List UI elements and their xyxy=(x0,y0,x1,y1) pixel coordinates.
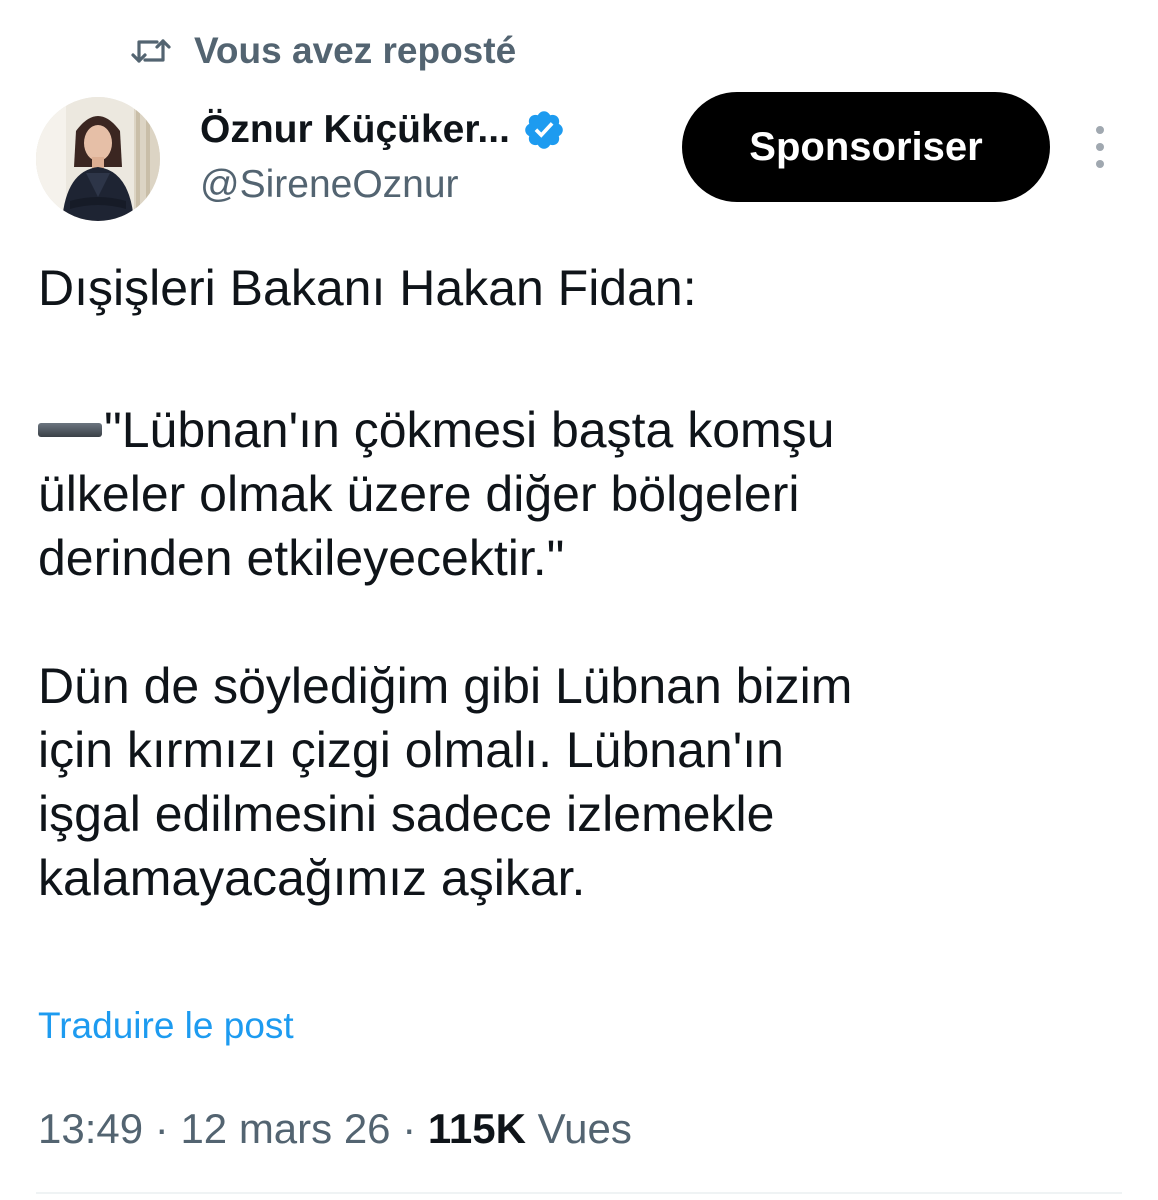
post-intro: Dışişleri Bakanı Hakan Fidan: xyxy=(38,260,697,316)
post-comment-line-1: Dün de söylediğim gibi Lübnan bizim xyxy=(38,658,853,714)
post-metadata: 13:49 · 12 mars 26 · 115K Vues xyxy=(38,1105,632,1153)
avatar[interactable] xyxy=(36,97,160,221)
views-label: Vues xyxy=(537,1105,632,1152)
repost-label: Vous avez reposté xyxy=(194,30,517,71)
post-quote-line-3: derinden etkileyecektir." xyxy=(38,530,565,586)
author-display-name[interactable]: Öznur Küçüker... xyxy=(200,108,510,152)
post-comment-line-3: işgal edilmesini sadece izlemekle xyxy=(38,786,775,842)
post-comment-line-2: için kırmızı çizgi olmalı. Lübnan'ın xyxy=(38,722,784,778)
post-date[interactable]: 12 mars 26 xyxy=(180,1105,390,1152)
quote-line-text: "Lübnan'ın çökmesi başta komşu xyxy=(104,402,835,458)
more-vertical-icon[interactable] xyxy=(1088,124,1112,170)
meta-separator: · xyxy=(143,1105,181,1152)
meta-separator: · xyxy=(390,1105,428,1152)
translate-post-link[interactable]: Traduire le post xyxy=(38,1005,294,1047)
black-dash-emoji-icon xyxy=(38,422,102,437)
views-count: 115K xyxy=(427,1105,526,1152)
sponsor-button[interactable]: Sponsoriser xyxy=(682,92,1050,202)
post-text: Dışişleri Bakanı Hakan Fidan: "Lübnan'ın… xyxy=(38,256,1118,910)
post-quote-line-2: ülkeler olmak üzere diğer bölgeleri xyxy=(38,466,800,522)
divider xyxy=(36,1192,1122,1194)
post-quote-line-1: "Lübnan'ın çökmesi başta komşu xyxy=(38,398,1118,462)
author-handle[interactable]: @SireneOznur xyxy=(200,163,459,207)
post-time[interactable]: 13:49 xyxy=(38,1105,143,1152)
verified-badge-icon xyxy=(525,111,563,149)
repost-indicator: Vous avez reposté xyxy=(130,28,516,74)
author-name-row[interactable]: Öznur Küçüker... xyxy=(200,106,566,154)
avatar-image xyxy=(36,97,160,221)
repost-icon xyxy=(131,39,171,63)
post-comment-line-4: kalamayacağımız aşikar. xyxy=(38,850,586,906)
